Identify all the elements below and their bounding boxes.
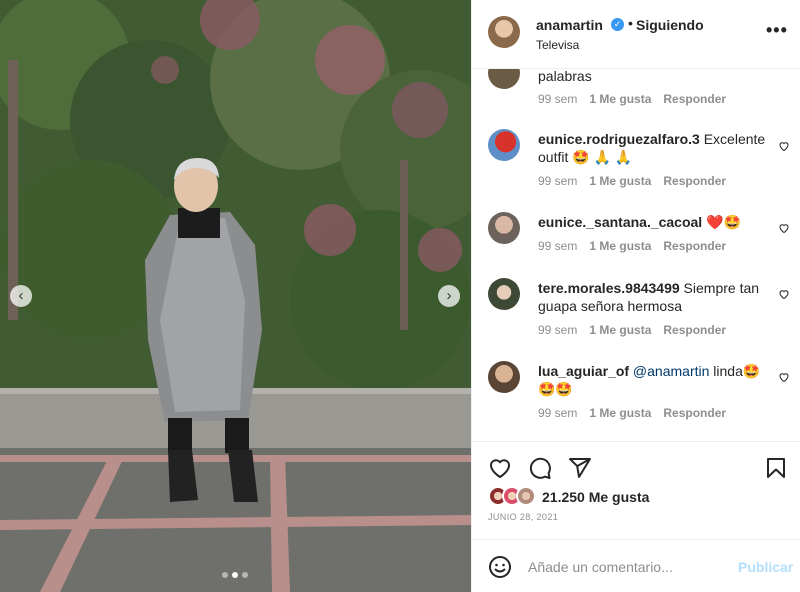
reply-button[interactable]: Responder: [663, 406, 726, 420]
liker-avatar: [516, 486, 536, 506]
post-header: anamartin ✓ • Siguiendo Televisa •••: [472, 0, 800, 69]
comment-time[interactable]: 99 sem: [538, 174, 577, 188]
comment-text: lua_aguiar_of @anamartin linda🤩🤩🤩: [538, 362, 770, 398]
post-date[interactable]: JUNIO 28, 2021: [488, 512, 558, 522]
carousel-dot: [242, 572, 248, 578]
comment-likes[interactable]: 1 Me gusta: [589, 239, 651, 253]
comments-list[interactable]: palabras 99 sem 1 Me gusta Responder eun…: [472, 69, 800, 441]
verified-badge-icon: ✓: [611, 18, 624, 31]
comment-meta: 99 sem 1 Me gusta Responder: [538, 92, 726, 106]
comment-body: ❤️🤩: [702, 214, 741, 230]
comment-username[interactable]: lua_aguiar_of: [538, 363, 629, 379]
comment-likes[interactable]: 1 Me gusta: [589, 92, 651, 106]
comment-meta: 99 sem 1 Me gusta Responder: [538, 406, 726, 420]
comment-avatar[interactable]: [488, 129, 520, 161]
bookmark-icon[interactable]: [764, 456, 788, 480]
author-username[interactable]: anamartin: [536, 17, 603, 33]
comment-username[interactable]: eunice.rodriguezalfaro.3: [538, 131, 700, 147]
emoji-icon[interactable]: [488, 555, 512, 579]
more-options-button[interactable]: •••: [766, 21, 788, 39]
comment-avatar[interactable]: [488, 361, 520, 393]
comment-like-heart-icon[interactable]: [778, 140, 790, 152]
carousel-dot: [222, 572, 228, 578]
comment-text: eunice._santana._cacoal ❤️🤩: [538, 213, 770, 231]
comment-like-heart-icon[interactable]: [778, 288, 790, 300]
following-button[interactable]: Siguiendo: [636, 17, 704, 33]
comment-like-heart-icon[interactable]: [778, 371, 790, 383]
post-side-panel: anamartin ✓ • Siguiendo Televisa ••• pal…: [471, 0, 800, 592]
comment-time[interactable]: 99 sem: [538, 92, 577, 106]
comment-meta: 99 sem 1 Me gusta Responder: [538, 323, 726, 337]
comment-avatar[interactable]: [488, 69, 520, 89]
post-photo: [0, 0, 471, 592]
comment-input[interactable]: [528, 554, 728, 580]
comment-likes[interactable]: 1 Me gusta: [589, 323, 651, 337]
carousel-next-button[interactable]: ›: [438, 285, 460, 307]
post-media[interactable]: ‹ ›: [0, 0, 471, 592]
comment-text: eunice.rodriguezalfaro.3 Excelente outfi…: [538, 130, 770, 166]
author-avatar[interactable]: [488, 16, 520, 48]
carousel-dot-active: [232, 572, 238, 578]
reply-button[interactable]: Responder: [663, 174, 726, 188]
comment-text: palabras: [538, 69, 770, 85]
comment-avatar[interactable]: [488, 278, 520, 310]
comment-time[interactable]: 99 sem: [538, 323, 577, 337]
carousel-dots: [222, 572, 248, 578]
comment-meta: 99 sem 1 Me gusta Responder: [538, 239, 726, 253]
comment-username[interactable]: eunice._santana._cacoal: [538, 214, 702, 230]
comment-composer: Publicar: [472, 539, 800, 592]
comment-time[interactable]: 99 sem: [538, 239, 577, 253]
publish-button[interactable]: Publicar: [738, 559, 793, 575]
like-count[interactable]: 21.250 Me gusta: [542, 489, 649, 505]
comment-like-heart-icon[interactable]: [778, 222, 790, 234]
comment-icon[interactable]: [528, 456, 552, 480]
comment-avatar[interactable]: [488, 212, 520, 244]
comment-likes[interactable]: 1 Me gusta: [589, 174, 651, 188]
comment-username[interactable]: tere.morales.9843499: [538, 280, 680, 296]
comment-text: tere.morales.9843499 Siempre tan guapa s…: [538, 279, 770, 315]
share-icon[interactable]: [568, 456, 592, 480]
reply-button[interactable]: Responder: [663, 239, 726, 253]
carousel-prev-button[interactable]: ‹: [10, 285, 32, 307]
comment-mention[interactable]: @anamartin: [633, 363, 709, 379]
comment-meta: 99 sem 1 Me gusta Responder: [538, 174, 726, 188]
comment-body: palabras: [538, 69, 592, 84]
reply-button[interactable]: Responder: [663, 323, 726, 337]
comment-time[interactable]: 99 sem: [538, 406, 577, 420]
reply-button[interactable]: Responder: [663, 92, 726, 106]
header-separator: •: [628, 15, 633, 31]
comment-likes[interactable]: 1 Me gusta: [589, 406, 651, 420]
author-subtitle[interactable]: Televisa: [536, 38, 579, 52]
heart-icon[interactable]: [488, 456, 512, 480]
